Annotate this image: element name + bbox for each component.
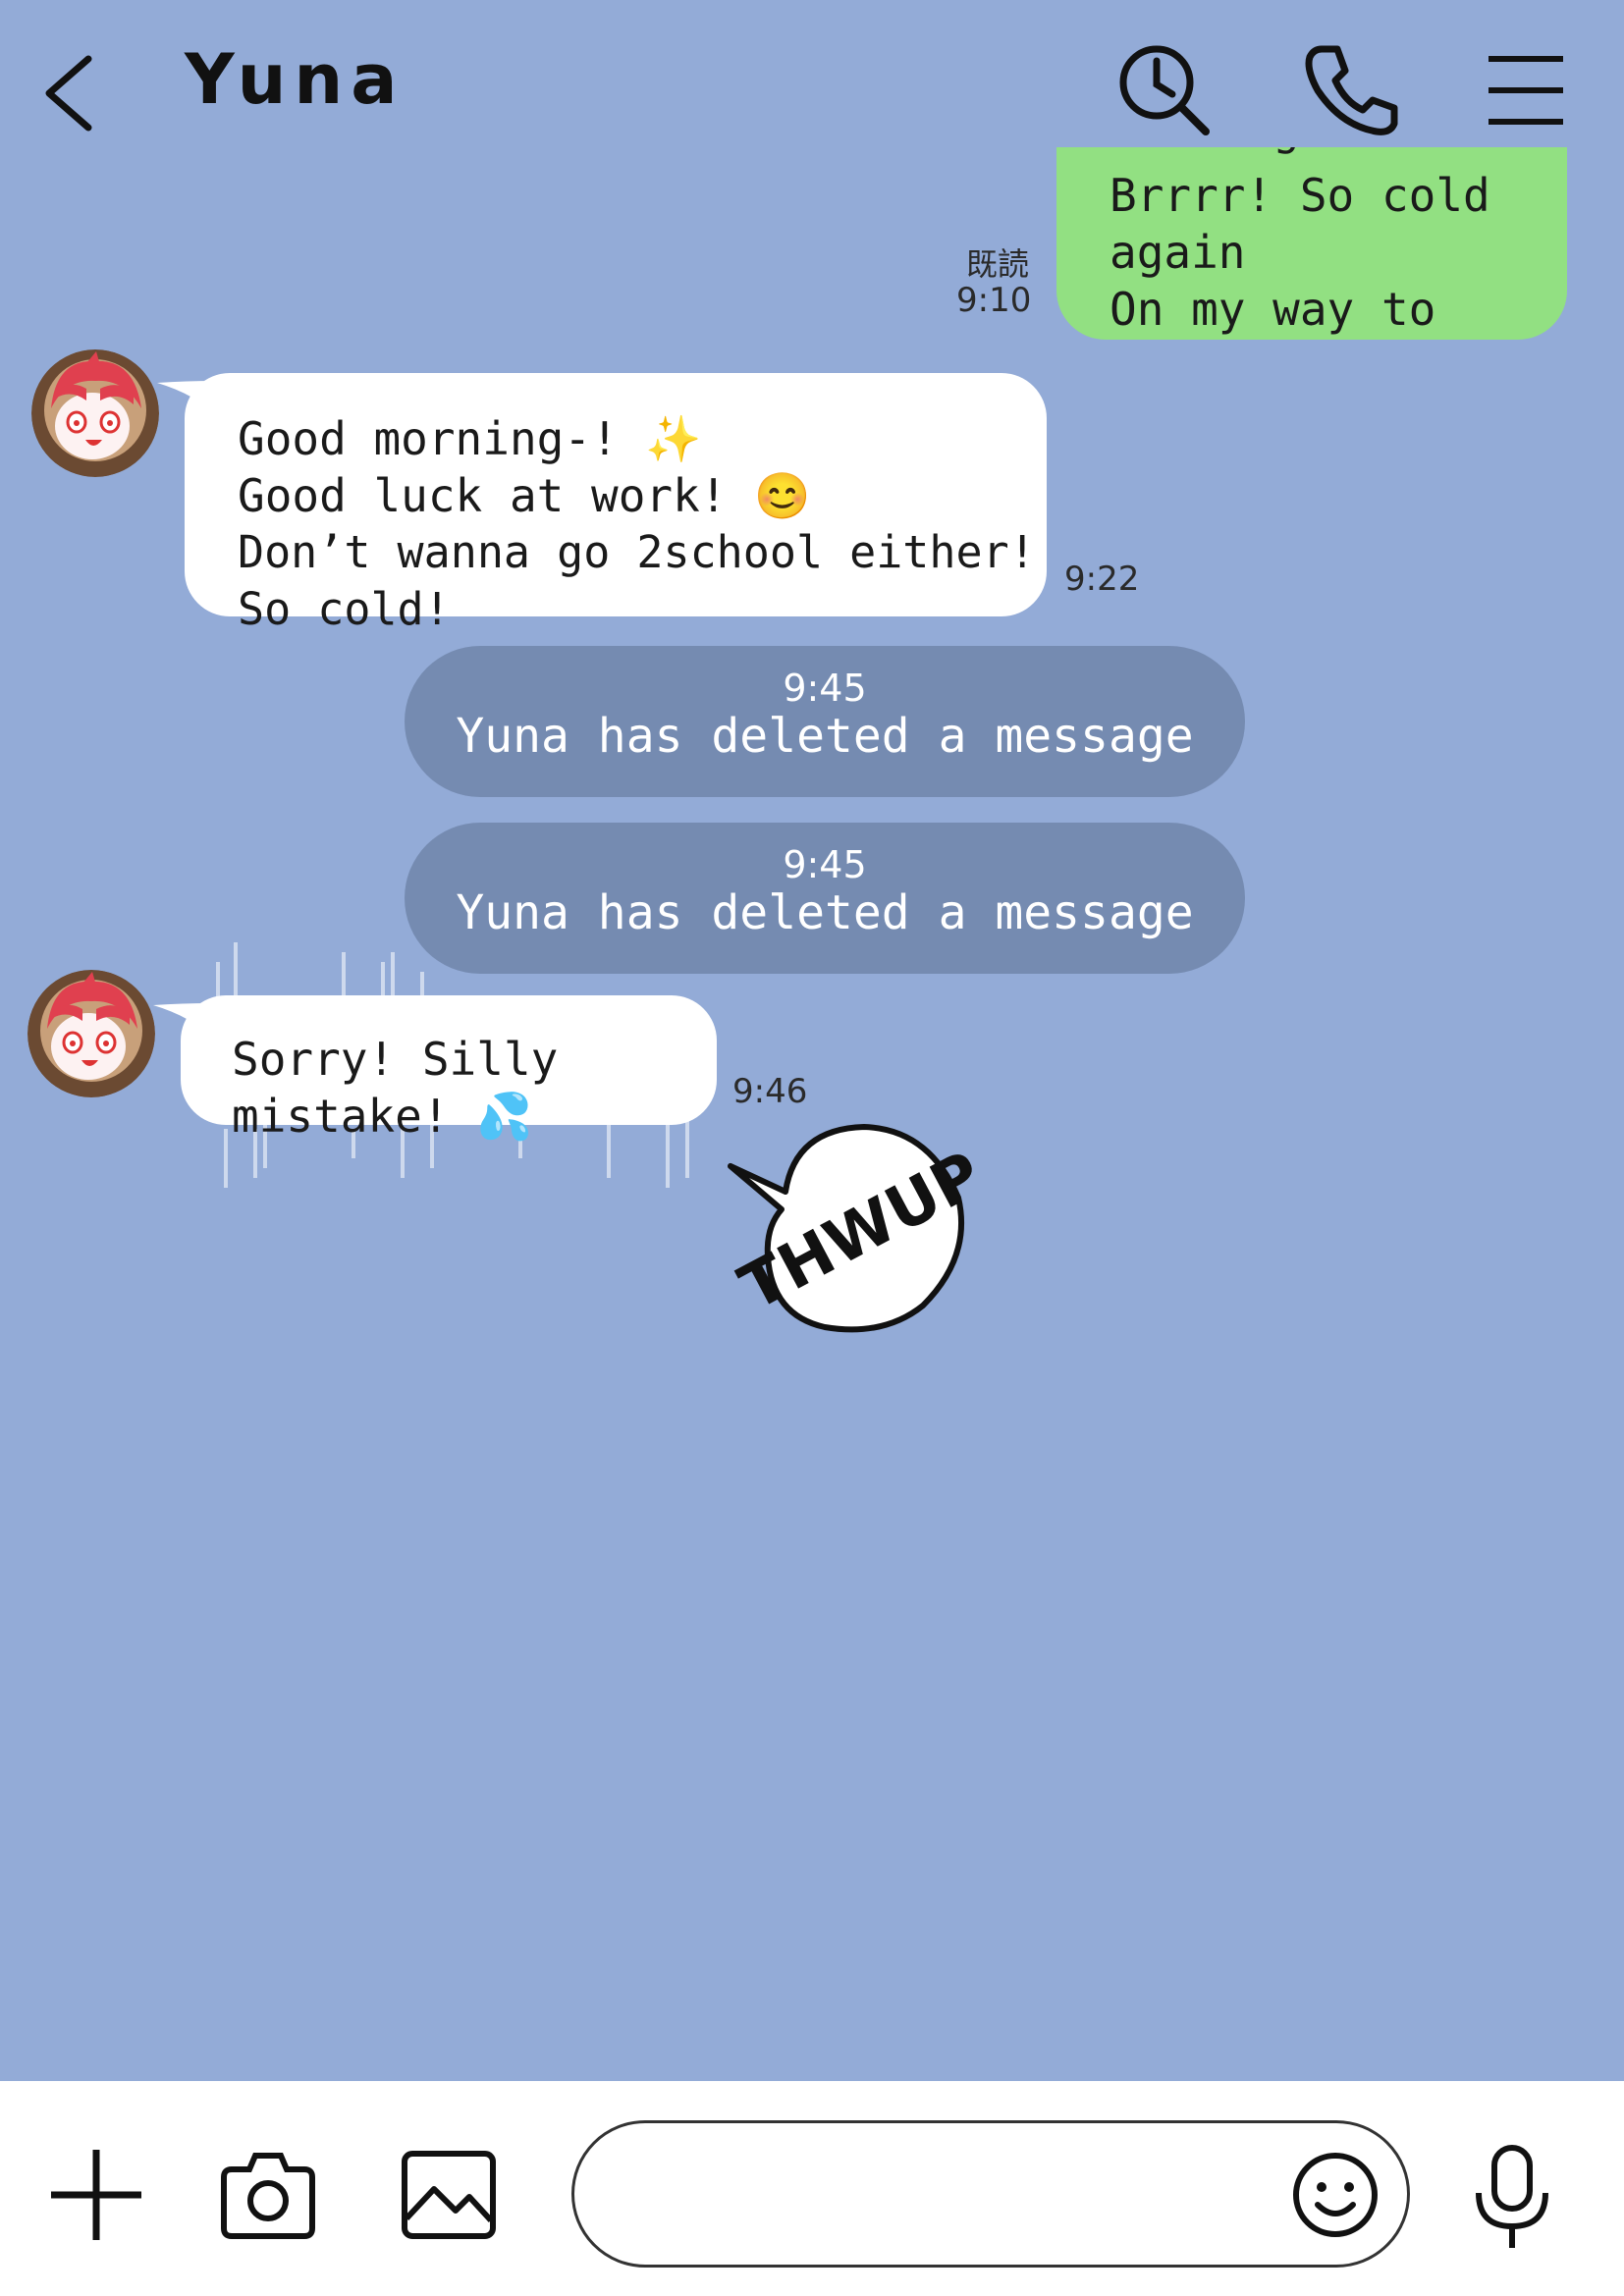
message-time: 9:10 (956, 281, 1032, 320)
notice-time: 9:45 (783, 667, 867, 710)
message-line: Sorry! Silly mistake! 💦 (232, 1033, 559, 1143)
chat-screen: Morning Brrrr! So cold again On my way t… (0, 0, 1624, 2296)
notice-text: Yuna has deleted a message (456, 709, 1194, 764)
message-input[interactable] (571, 2120, 1410, 2268)
phone-icon[interactable] (1302, 41, 1400, 139)
chat-header: Yuna (0, 0, 1624, 147)
camera-icon[interactable] (220, 2150, 316, 2240)
back-icon[interactable] (35, 49, 104, 137)
notice-text: Yuna has deleted a message (456, 885, 1194, 940)
avatar-image (31, 349, 159, 477)
avatar[interactable] (31, 349, 159, 477)
message-time: 9:46 (732, 1072, 808, 1111)
message-time: 9:22 (1064, 560, 1140, 599)
image-icon[interactable] (401, 2150, 497, 2240)
emoji-icon[interactable] (1292, 2152, 1379, 2238)
message-line: On my way to work... (1110, 283, 1436, 336)
microphone-icon[interactable] (1473, 2144, 1551, 2252)
plus-icon[interactable] (51, 2150, 141, 2240)
notice-time: 9:45 (783, 843, 867, 886)
avatar-image (27, 970, 155, 1097)
sound-effect-balloon: THWUP (728, 1124, 972, 1333)
menu-icon[interactable] (1485, 51, 1567, 130)
deleted-message-notice: 9:45 Yuna has deleted a message (405, 646, 1245, 797)
read-receipt: 既読 (966, 245, 1030, 283)
message-line: Good luck at work! 😊 (238, 469, 811, 522)
incoming-message-bubble[interactable]: Good morning-! ✨ Good luck at work! 😊 Do… (185, 373, 1047, 635)
contact-name: Yuna (185, 39, 406, 120)
message-composer (0, 2081, 1624, 2296)
message-line: Brrrr! So cold again (1110, 169, 1490, 279)
message-line: Good morning-! ✨ (238, 412, 702, 465)
message-line: Don’t wanna go 2school either! So cold! (238, 526, 1036, 635)
avatar[interactable] (27, 970, 155, 1097)
incoming-message-bubble[interactable]: Sorry! Silly mistake! 💦 (181, 995, 717, 1143)
search-history-icon[interactable] (1115, 41, 1214, 139)
